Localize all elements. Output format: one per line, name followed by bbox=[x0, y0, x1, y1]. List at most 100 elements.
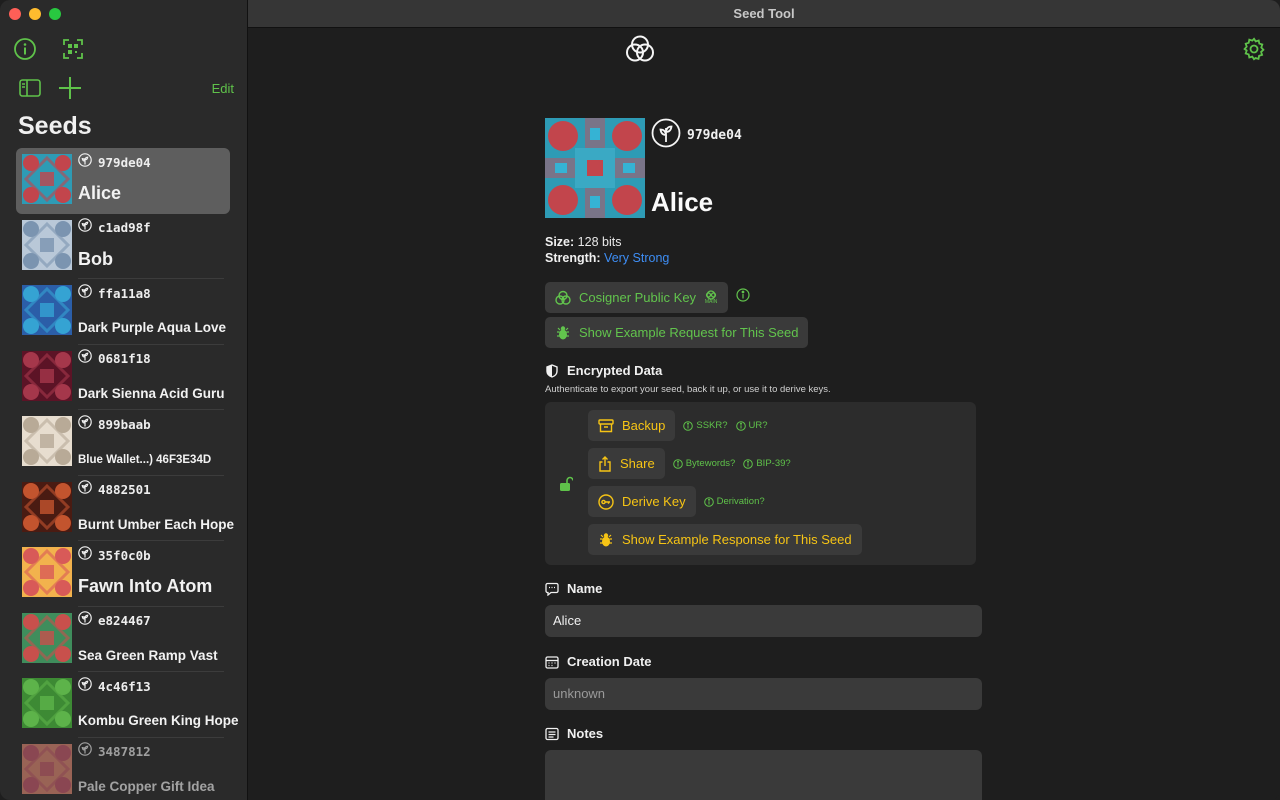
derivation-help-label: Derivation? bbox=[716, 496, 765, 507]
bip39-help-link[interactable]: BIP-39? bbox=[743, 458, 791, 469]
creation-date-section: Creation Date unknown bbox=[545, 654, 985, 710]
seed-list-item-id: e824467 bbox=[98, 613, 151, 628]
close-window-button[interactable] bbox=[9, 8, 21, 20]
cosigner-info-icon[interactable] bbox=[736, 288, 750, 307]
seed-list-item-name: Bob bbox=[78, 248, 113, 269]
encrypted-data-header: Encrypted Data bbox=[545, 363, 985, 378]
notes-label: Notes bbox=[567, 726, 604, 741]
seed-id-row: 979de04 bbox=[651, 118, 742, 153]
share-button[interactable]: Share bbox=[588, 448, 665, 479]
derivation-help-link[interactable]: Derivation? bbox=[703, 496, 765, 507]
seed-list-item-name: Pale Copper Gift Idea bbox=[78, 778, 215, 794]
seed-list-item-id: 4c46f13 bbox=[98, 678, 151, 694]
ur-help-link[interactable]: UR? bbox=[735, 420, 768, 431]
name-input[interactable]: Alice bbox=[545, 605, 982, 637]
seed-leaf-icon bbox=[78, 676, 92, 696]
bug-icon bbox=[600, 532, 612, 546]
seed-list-item-info: c1ad98f Bob bbox=[78, 218, 151, 270]
window-controls bbox=[9, 8, 61, 20]
settings-gear-icon[interactable] bbox=[1242, 37, 1266, 66]
show-example-response-button[interactable]: Show Example Response for This Seed bbox=[588, 524, 862, 555]
seed-list-item[interactable]: 4c46f13 Kombu Green King Hope bbox=[16, 672, 239, 738]
sidebar: Edit Seeds 979de04 Alice c1ad98f Bob ffa11a8… bbox=[0, 0, 248, 800]
seed-list-item-id: 899baab bbox=[98, 416, 151, 432]
add-seed-icon[interactable] bbox=[58, 76, 82, 100]
seed-list-item-info: 4882501 Burnt Umber Each Hope bbox=[78, 480, 234, 532]
seed-list-item[interactable]: 0681f18 Dark Sienna Acid Guru bbox=[16, 345, 230, 411]
seed-detail: 979de04 Alice Size: 128 bits Strength: V… bbox=[545, 118, 985, 800]
creation-date-label: Creation Date bbox=[567, 654, 652, 669]
seed-list-item-id: 979de04 bbox=[98, 154, 151, 170]
seed-list-item[interactable]: 979de04 Alice bbox=[16, 148, 230, 214]
seed-list-item[interactable]: e824467 Sea Green Ramp Vast bbox=[16, 607, 230, 673]
cosigner-public-key-button[interactable]: Cosigner Public Key MAIN bbox=[545, 282, 729, 313]
derive-key-label: Derive Key bbox=[622, 494, 686, 509]
seed-leaf-icon bbox=[78, 545, 92, 565]
network-badge: MAIN bbox=[704, 290, 718, 305]
info-icon[interactable] bbox=[12, 36, 38, 62]
name-section: Name Alice bbox=[545, 581, 985, 637]
seed-header-info: 979de04 Alice bbox=[651, 118, 742, 218]
seed-leaf-icon bbox=[78, 349, 92, 368]
creation-date-field-label: Creation Date bbox=[545, 654, 985, 669]
seed-id-row: 3487812 bbox=[78, 742, 215, 760]
seed-id-row: 0681f18 bbox=[78, 349, 225, 368]
seed-meta: Size: 128 bits Strength: Very Strong bbox=[545, 234, 985, 266]
seed-id: 979de04 bbox=[687, 128, 742, 143]
seed-lifehash-thumbnail bbox=[22, 678, 72, 728]
notes-input[interactable] bbox=[545, 750, 982, 800]
show-example-request-button[interactable]: Show Example Request for This Seed bbox=[545, 317, 809, 348]
backup-button[interactable]: Backup bbox=[588, 410, 676, 441]
cosigner-public-key-label: Cosigner Public Key bbox=[579, 290, 697, 305]
seed-list-item-name: Kombu Green King Hope bbox=[78, 713, 239, 728]
seed-list-item[interactable]: 899baab Blue Wallet...) 46F3E34D bbox=[16, 410, 230, 476]
zoom-window-button[interactable] bbox=[49, 8, 61, 20]
info-icon bbox=[672, 458, 683, 469]
seed-lifehash-thumbnail bbox=[22, 350, 72, 401]
sskr-help-link[interactable]: SSKR? bbox=[683, 420, 728, 431]
seed-list-item[interactable]: 4882501 Burnt Umber Each Hope bbox=[16, 476, 234, 542]
size-label: Size: bbox=[545, 235, 575, 249]
seed-id-row: 4c46f13 bbox=[78, 676, 239, 696]
bytewords-help-link[interactable]: Bytewords? bbox=[672, 458, 735, 469]
qr-scan-icon[interactable] bbox=[60, 36, 86, 62]
seed-list-item[interactable]: 3487812 Pale Copper Gift Idea bbox=[16, 738, 230, 800]
cosigner-row: Cosigner Public Key MAIN bbox=[545, 282, 985, 313]
minimize-window-button[interactable] bbox=[29, 8, 41, 20]
sidebar-toolbar bbox=[12, 36, 86, 62]
size-row: Size: 128 bits bbox=[545, 234, 985, 250]
text-bubble-icon bbox=[545, 582, 559, 596]
seed-list-item-name: Dark Purple Aqua Love bbox=[78, 320, 227, 335]
seed-list-item[interactable]: 35f0c0b Fawn Into Atom bbox=[16, 541, 230, 607]
seed-leaf-icon bbox=[78, 611, 92, 630]
seed-list-item-name: Sea Green Ramp Vast bbox=[78, 647, 218, 663]
seed-list-item-id: 3487812 bbox=[98, 744, 151, 759]
sidebar-title: Seeds bbox=[18, 112, 92, 140]
info-icon bbox=[735, 420, 746, 431]
edit-button[interactable]: Edit bbox=[212, 81, 234, 96]
derive-key-button[interactable]: Derive Key bbox=[588, 486, 696, 517]
seed-list-item-name: Fawn Into Atom bbox=[78, 576, 213, 596]
seed-leaf-icon bbox=[78, 152, 92, 172]
calendar-icon bbox=[545, 655, 559, 669]
seed-list-item-info: 3487812 Pale Copper Gift Idea bbox=[78, 742, 215, 794]
seed-id-row: ffa11a8 bbox=[78, 283, 226, 301]
strength-value: Very Strong bbox=[604, 251, 670, 265]
seed-list-item-name: Dark Sienna Acid Guru bbox=[78, 385, 225, 401]
seed-list-item-info: ffa11a8 Dark Purple Aqua Love bbox=[78, 283, 227, 335]
seed-leaf-icon bbox=[78, 414, 92, 434]
seed-list-item[interactable]: c1ad98f Bob bbox=[16, 214, 230, 280]
seed-list-item-name: Alice bbox=[78, 183, 122, 203]
seed-list-item[interactable]: ffa11a8 Dark Purple Aqua Love bbox=[16, 279, 230, 345]
creation-date-input[interactable]: unknown bbox=[545, 678, 982, 710]
sidebar-toggle-icon[interactable] bbox=[18, 76, 42, 100]
info-icon bbox=[683, 420, 694, 431]
sidebar-actions: Edit bbox=[18, 76, 234, 100]
seed-list-item-info: 979de04 Alice bbox=[78, 152, 151, 204]
strength-label: Strength: bbox=[545, 251, 601, 265]
ur-help-label: UR? bbox=[748, 420, 768, 431]
seed-id-row: 899baab bbox=[78, 414, 211, 434]
seed-list-item-info: 0681f18 Dark Sienna Acid Guru bbox=[78, 349, 225, 401]
share-row: Share Bytewords? BIP-39? bbox=[588, 448, 862, 479]
notes-field-label: Notes bbox=[545, 726, 985, 741]
